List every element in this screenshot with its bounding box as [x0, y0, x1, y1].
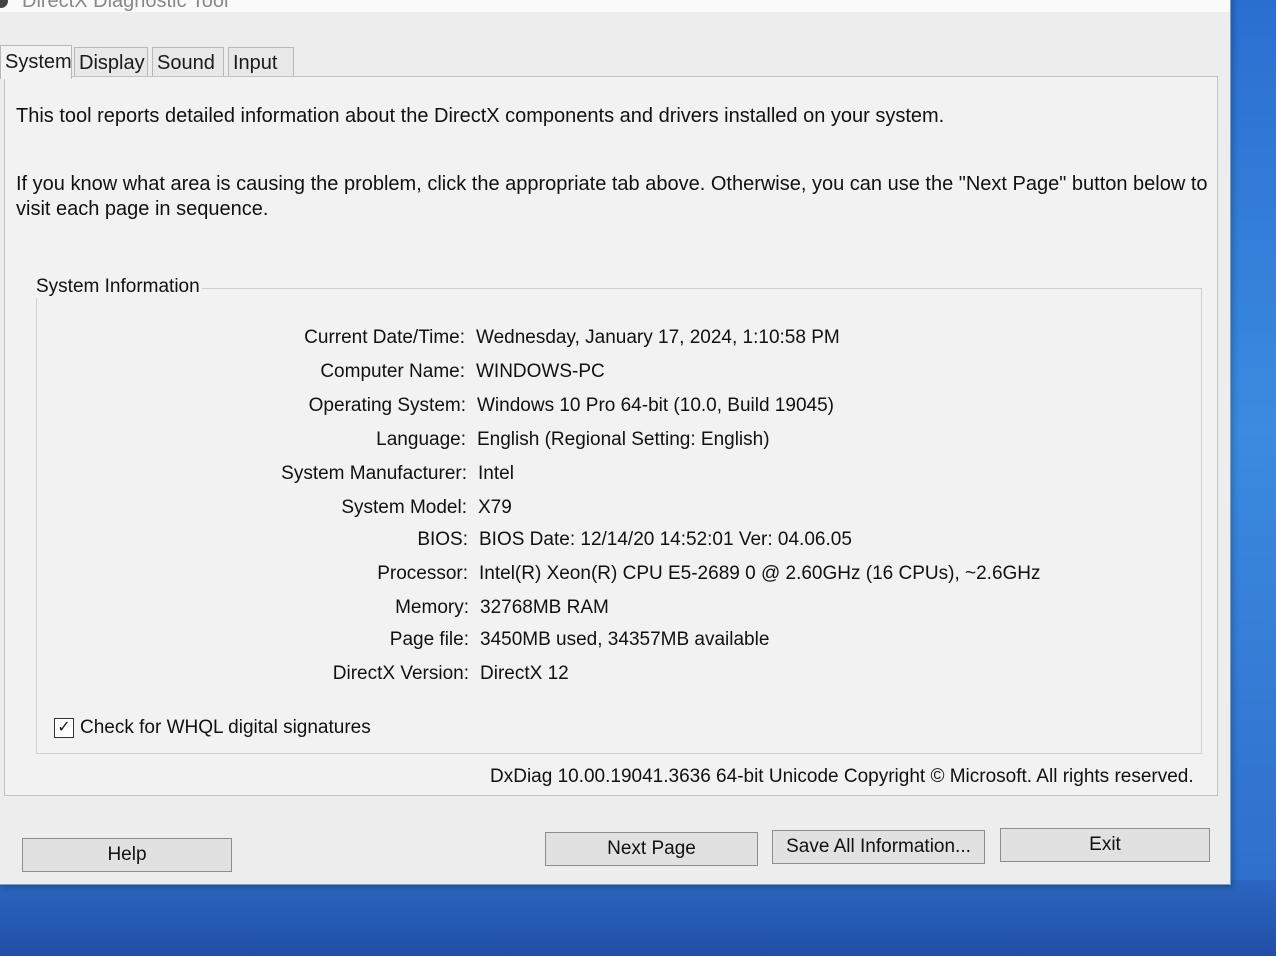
info-label: Operating System:: [308, 395, 466, 416]
info-label: Memory:: [395, 597, 469, 618]
whql-checkbox-label[interactable]: Check for WHQL digital signatures: [80, 717, 371, 739]
info-row-bios: BIOS: BIOS Date: 12/14/20 14:52:01 Ver: …: [0, 528, 1200, 552]
desktop-background-bottom: [0, 880, 1276, 956]
help-button[interactable]: Help: [22, 838, 232, 872]
info-value: X79: [478, 497, 512, 518]
info-row-computer-name: Computer Name: WINDOWS-PC: [0, 360, 1200, 384]
whql-checkbox[interactable]: ✓: [54, 718, 74, 738]
info-row-language: Language: English (Regional Setting: Eng…: [0, 428, 1200, 452]
exit-button[interactable]: Exit: [1000, 828, 1210, 862]
info-value: Windows 10 Pro 64-bit (10.0, Build 19045…: [477, 395, 834, 416]
info-value: 3450MB used, 34357MB available: [480, 629, 770, 650]
info-row-directx-version: DirectX Version: DirectX 12: [0, 662, 1200, 686]
info-value: Wednesday, January 17, 2024, 1:10:58 PM: [476, 327, 840, 348]
info-value: Intel(R) Xeon(R) CPU E5-2689 0 @ 2.60GHz…: [479, 563, 1041, 584]
info-value: DirectX 12: [480, 663, 569, 684]
info-value: 32768MB RAM: [480, 597, 609, 618]
save-all-information-button[interactable]: Save All Information...: [772, 830, 985, 864]
intro-text: This tool reports detailed information a…: [16, 105, 945, 127]
info-value: BIOS Date: 12/14/20 14:52:01 Ver: 04.06.…: [479, 529, 852, 550]
info-label: BIOS:: [417, 529, 468, 550]
info-row-system-model: System Model: X79: [0, 496, 1200, 520]
info-label: DirectX Version:: [332, 663, 469, 684]
info-label: Language:: [376, 429, 466, 450]
info-value: English (Regional Setting: English): [477, 429, 770, 450]
tab-input[interactable]: Input: [228, 47, 294, 77]
dxdiag-window: DirectX Diagnostic Tool System Display S…: [0, 0, 1231, 885]
window-title: DirectX Diagnostic Tool: [22, 0, 229, 12]
info-row-memory: Memory: 32768MB RAM: [0, 596, 1200, 620]
info-row-date-time: Current Date/Time: Wednesday, January 17…: [0, 326, 1200, 350]
info-label: Page file:: [389, 629, 469, 650]
desktop-background: [1228, 0, 1276, 956]
info-label: Processor:: [377, 563, 468, 584]
info-row-operating-system: Operating System: Windows 10 Pro 64-bit …: [0, 394, 1200, 418]
info-value: Intel: [478, 463, 514, 484]
next-page-button[interactable]: Next Page: [545, 832, 758, 866]
info-label: Current Date/Time:: [304, 327, 465, 348]
system-information-heading: System Information: [34, 276, 202, 298]
tab-system[interactable]: System: [0, 45, 72, 79]
info-row-system-manufacturer: System Manufacturer: Intel: [0, 462, 1200, 486]
instructions-text-line2: visit each page in sequence.: [16, 198, 269, 220]
app-icon: [0, 0, 8, 8]
copyright-text: DxDiag 10.00.19041.3636 64-bit Unicode C…: [490, 766, 1194, 787]
instructions-text-line1: If you know what area is causing the pro…: [16, 173, 1208, 195]
info-label: System Model:: [341, 497, 467, 518]
tab-display[interactable]: Display: [74, 47, 148, 77]
info-label: Computer Name:: [320, 361, 465, 382]
info-row-page-file: Page file: 3450MB used, 34357MB availabl…: [0, 628, 1200, 652]
info-label: System Manufacturer:: [281, 463, 467, 484]
info-value: WINDOWS-PC: [476, 361, 605, 382]
info-row-processor: Processor: Intel(R) Xeon(R) CPU E5-2689 …: [0, 562, 1200, 586]
title-bar[interactable]: DirectX Diagnostic Tool: [0, 0, 1230, 12]
tab-sound[interactable]: Sound: [152, 47, 224, 77]
